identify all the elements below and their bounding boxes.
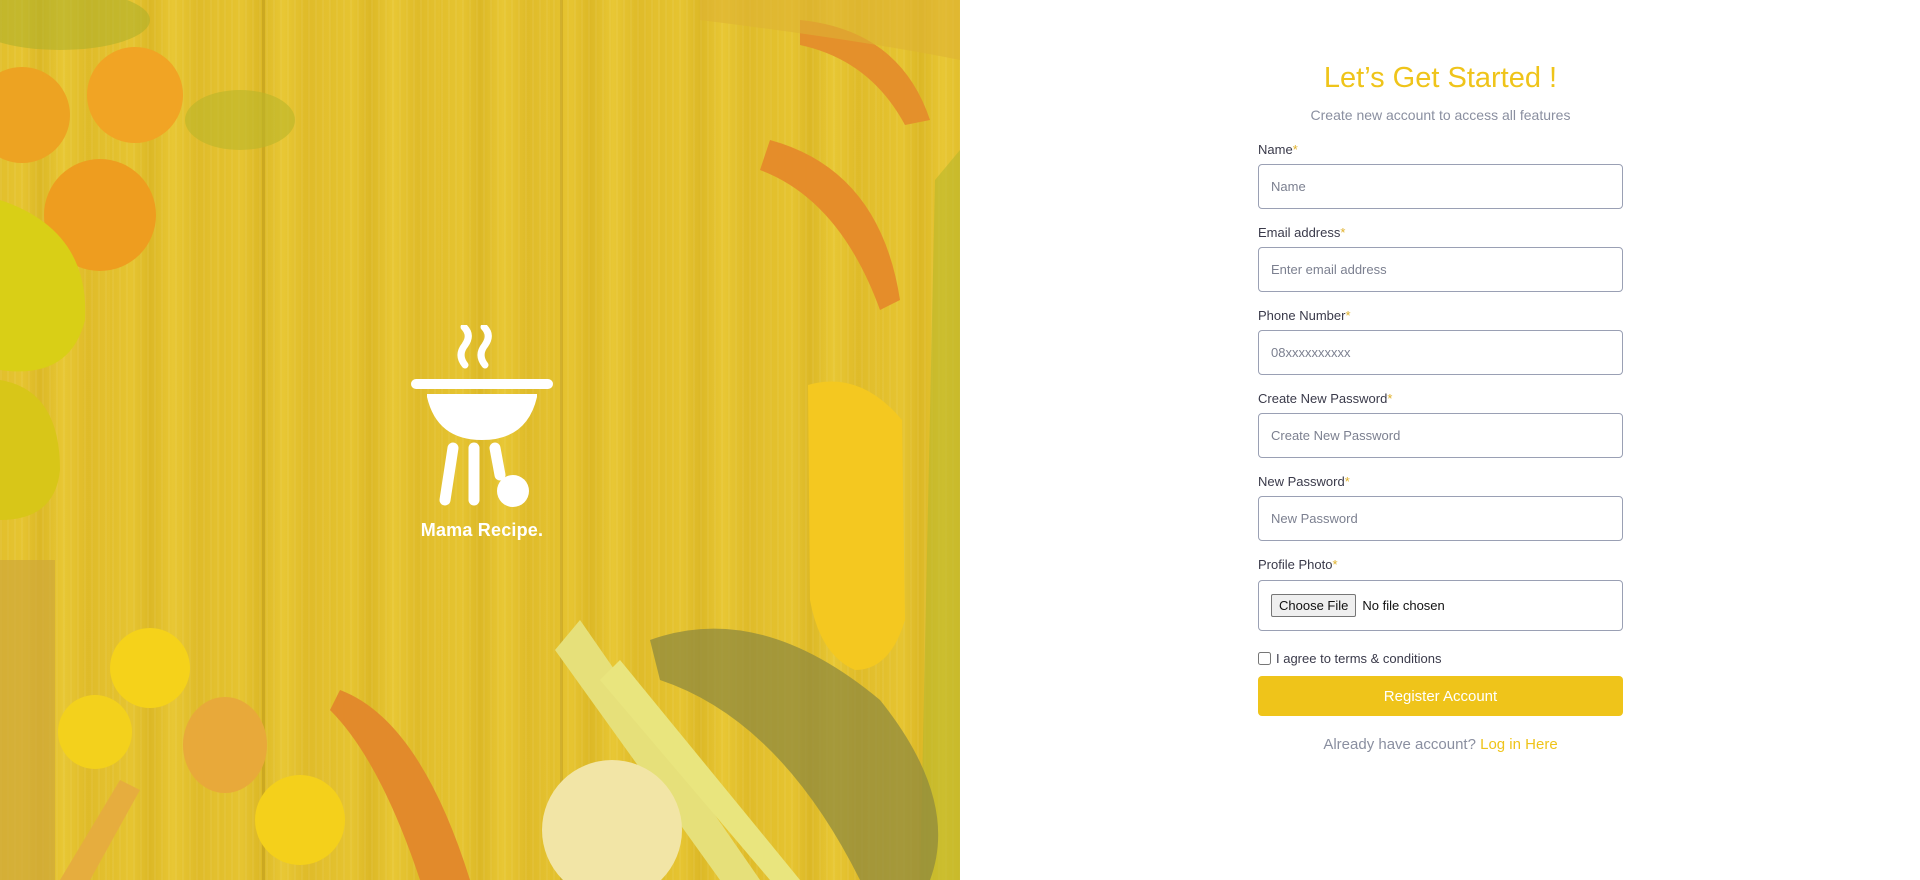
profile-photo-label: Profile Photo* <box>1258 557 1338 572</box>
tomato-image <box>87 47 183 143</box>
phone-input[interactable] <box>1258 330 1623 375</box>
required-mark: * <box>1344 474 1350 489</box>
grinder-image <box>0 560 55 880</box>
signup-page: Mama Recipe. Let’s Get Started ! Create … <box>0 0 1920 880</box>
terms-row: I agree to terms & conditions <box>1258 651 1623 666</box>
page-subtitle: Create new account to access all feature… <box>1310 107 1571 123</box>
required-mark: * <box>1292 142 1298 157</box>
crayfish-image <box>330 690 470 880</box>
terms-label: I agree to terms & conditions <box>1276 651 1442 666</box>
form-panel: Let’s Get Started ! Create new account t… <box>960 0 1920 880</box>
lemon-image <box>110 628 190 708</box>
new-password-input[interactable] <box>1258 496 1623 541</box>
terms-checkbox[interactable] <box>1258 652 1271 665</box>
required-mark: * <box>1345 308 1351 323</box>
lemon-image <box>58 695 132 769</box>
hero-panel: Mama Recipe. <box>0 0 960 880</box>
new-password-group: New Password* <box>1258 473 1623 541</box>
file-status: No file chosen <box>1362 598 1445 613</box>
create-password-label: Create New Password* <box>1258 391 1393 406</box>
create-password-group: Create New Password* <box>1258 390 1623 458</box>
required-mark: * <box>1387 391 1393 406</box>
leaf-image <box>920 150 960 880</box>
new-password-label: New Password* <box>1258 474 1350 489</box>
tomato-image <box>0 67 70 163</box>
login-link[interactable]: Log in Here <box>1480 736 1558 753</box>
crayfish-image <box>760 140 900 310</box>
login-prompt: Already have account? <box>1323 736 1476 753</box>
email-input[interactable] <box>1258 247 1623 292</box>
phone-group: Phone Number* <box>1258 307 1623 375</box>
login-prompt-row: Already have account? Log in Here <box>1258 736 1623 753</box>
profile-photo-input[interactable]: Choose File No file chosen <box>1258 580 1623 631</box>
brand-name: Mama Recipe. <box>420 520 544 540</box>
page-title: Let’s Get Started ! <box>1323 62 1558 94</box>
herb-image <box>0 0 150 50</box>
pepper-image <box>0 380 60 520</box>
required-mark: * <box>1340 225 1346 240</box>
phone-label: Phone Number* <box>1258 308 1351 323</box>
fork-image <box>60 780 140 880</box>
create-password-input[interactable] <box>1258 413 1623 458</box>
email-label: Email address* <box>1258 225 1346 240</box>
register-button[interactable]: Register Account <box>1258 676 1623 716</box>
choose-file-button[interactable]: Choose File <box>1271 594 1357 617</box>
profile-photo-group: Profile Photo* Choose File No file chose… <box>1258 556 1623 631</box>
name-group: Name* <box>1258 141 1623 209</box>
herb-image <box>185 90 295 150</box>
grill-icon <box>411 325 553 507</box>
required-mark: * <box>1332 557 1338 572</box>
spoon-image <box>183 697 267 793</box>
corn-image <box>808 381 905 670</box>
email-group: Email address* <box>1258 224 1623 292</box>
brand-logo: Mama Recipe. <box>402 325 562 541</box>
lemon-image <box>255 775 345 865</box>
register-form: Let’s Get Started ! Create new account t… <box>1258 58 1623 753</box>
name-input[interactable] <box>1258 164 1623 209</box>
name-label: Name* <box>1258 142 1298 157</box>
